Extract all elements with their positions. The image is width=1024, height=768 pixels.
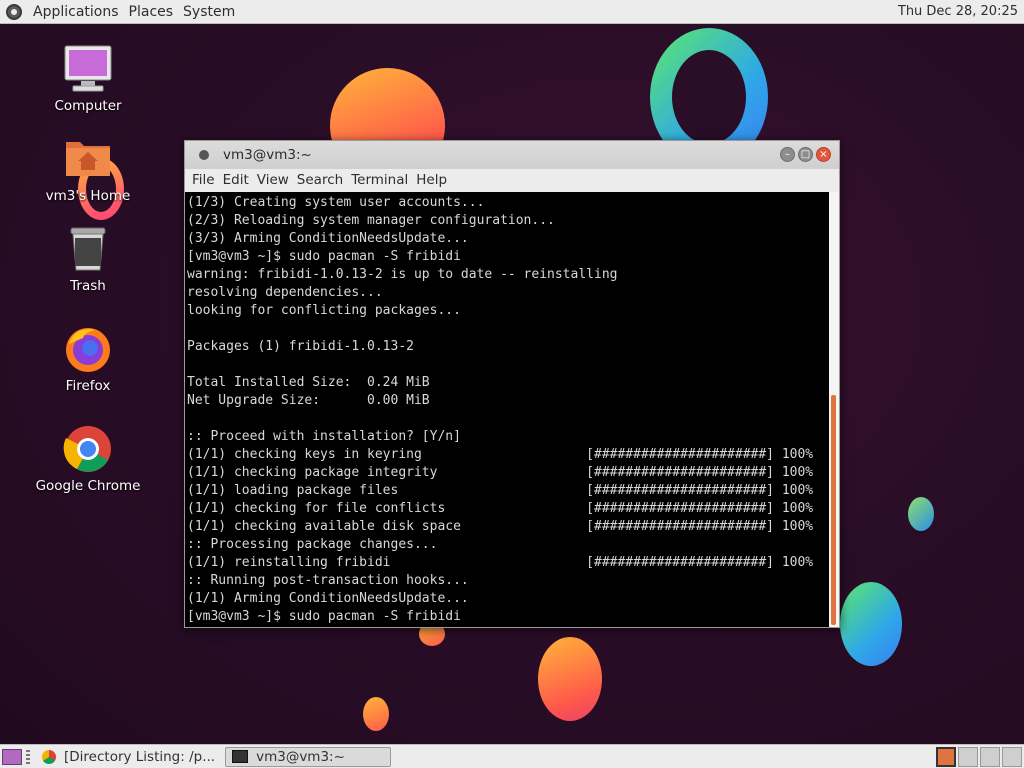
terminal-line: :: Processing package changes... — [187, 537, 438, 552]
desktop-icon-computer[interactable]: Computer — [33, 44, 143, 114]
taskbar-item-chrome[interactable]: [Directory Listing: /p... — [36, 747, 221, 767]
terminal-line: :: Proceed with installation? [Y/n] — [187, 429, 461, 444]
desktop-icon-label: Trash — [70, 278, 106, 294]
terminal-icon — [232, 750, 249, 763]
menu-system[interactable]: System — [178, 4, 240, 20]
window-title: vm3@vm3:~ — [223, 147, 312, 163]
desktop-icon-label: Google Chrome — [35, 478, 141, 494]
show-desktop-icon[interactable] — [2, 748, 22, 765]
menu-view[interactable]: View — [253, 172, 293, 188]
taskbar-item-label: vm3@vm3:~ — [256, 748, 345, 765]
menu-places[interactable]: Places — [124, 4, 179, 20]
panel-handle-icon — [26, 749, 30, 764]
terminal-line: (3/3) Arming ConditionNeedsUpdate... — [187, 231, 469, 246]
terminal-menubar: File Edit View Search Terminal Help — [185, 169, 839, 191]
terminal-line: Total Installed Size: 0.24 MiB — [187, 375, 430, 390]
terminal-line: (1/3) Creating system user accounts... — [187, 195, 485, 210]
chrome-icon — [42, 749, 56, 764]
terminal-window[interactable]: vm3@vm3:~ – □ × File Edit View Search Te… — [184, 140, 840, 628]
menu-applications[interactable]: Applications — [28, 4, 124, 20]
terminal-line: warning: fribidi-1.0.13-2 is up to date … — [187, 267, 618, 282]
workspace-switcher-3[interactable] — [980, 746, 1000, 767]
menu-help[interactable]: Help — [412, 172, 451, 188]
computer-icon — [63, 44, 113, 94]
bottom-panel: [Directory Listing: /p... vm3@vm3:~ — [0, 744, 1024, 768]
workspace-switcher-4[interactable] — [1002, 746, 1022, 767]
clock[interactable]: Thu Dec 28, 20:25 — [898, 4, 1024, 19]
desktop-icon-trash[interactable]: Trash — [33, 224, 143, 294]
home-folder-icon — [63, 134, 113, 184]
terminal-line: (1/1) checking for file conflicts [#####… — [187, 501, 814, 516]
terminal-line: :: Running post-transaction hooks... — [187, 573, 469, 588]
terminal-line: [vm3@vm3 ~]$ sudo pacman -S fribidi — [187, 609, 461, 624]
terminal-line: (1/1) checking keys in keyring [########… — [187, 447, 814, 462]
desktop-icon-chrome[interactable]: Google Chrome — [33, 424, 143, 494]
menu-terminal[interactable]: Terminal — [347, 172, 412, 188]
trash-icon — [63, 224, 113, 274]
terminal-line: resolving dependencies... — [187, 285, 383, 300]
firefox-icon — [63, 324, 113, 374]
desktop-icon-label: Firefox — [65, 378, 111, 394]
menu-edit[interactable]: Edit — [219, 172, 253, 188]
terminal-line: looking for conflicting packages... — [187, 303, 461, 318]
taskbar-item-label: [Directory Listing: /p... — [64, 748, 216, 765]
desktop-icon-label: Computer — [54, 98, 122, 114]
menu-search[interactable]: Search — [293, 172, 347, 188]
terminal-line: (1/1) checking package integrity [######… — [187, 465, 814, 480]
close-button[interactable]: × — [816, 147, 831, 162]
terminal-icon — [199, 150, 209, 160]
workspace-switcher-1[interactable] — [936, 746, 956, 767]
scrollbar-thumb[interactable] — [831, 395, 836, 625]
distro-logo-icon[interactable] — [6, 3, 22, 20]
desktop-icon-firefox[interactable]: Firefox — [33, 324, 143, 394]
terminal-line: (1/1) checking available disk space [###… — [187, 519, 814, 534]
terminal-scrollbar[interactable] — [829, 192, 839, 627]
terminal-line: Net Upgrade Size: 0.00 MiB — [187, 393, 430, 408]
terminal-line: (1/1) reinstalling fribidi [############… — [187, 555, 814, 570]
terminal-line: Packages (1) fribidi-1.0.13-2 — [187, 339, 414, 354]
terminal-line: (2/3) Reloading system manager configura… — [187, 213, 555, 228]
maximize-button[interactable]: □ — [798, 147, 813, 162]
desktop-icon-label: vm3's Home — [45, 188, 131, 204]
window-titlebar[interactable]: vm3@vm3:~ – □ × — [185, 141, 839, 169]
desktop-icon-home[interactable]: vm3's Home — [33, 134, 143, 204]
terminal-output[interactable]: (1/3) Creating system user accounts... (2… — [185, 192, 829, 627]
taskbar-item-terminal[interactable]: vm3@vm3:~ — [225, 746, 392, 767]
terminal-line: (1/1) Arming ConditionNeedsUpdate... — [187, 591, 469, 606]
chrome-icon — [63, 424, 113, 474]
terminal-line: [vm3@vm3 ~]$ sudo pacman -S fribidi — [187, 249, 461, 264]
menu-file[interactable]: File — [188, 172, 219, 188]
minimize-button[interactable]: – — [780, 147, 795, 162]
top-panel: Applications Places System Thu Dec 28, 2… — [0, 0, 1024, 24]
terminal-line: (1/1) loading package files [###########… — [187, 483, 814, 498]
workspace-switcher-2[interactable] — [958, 746, 978, 767]
